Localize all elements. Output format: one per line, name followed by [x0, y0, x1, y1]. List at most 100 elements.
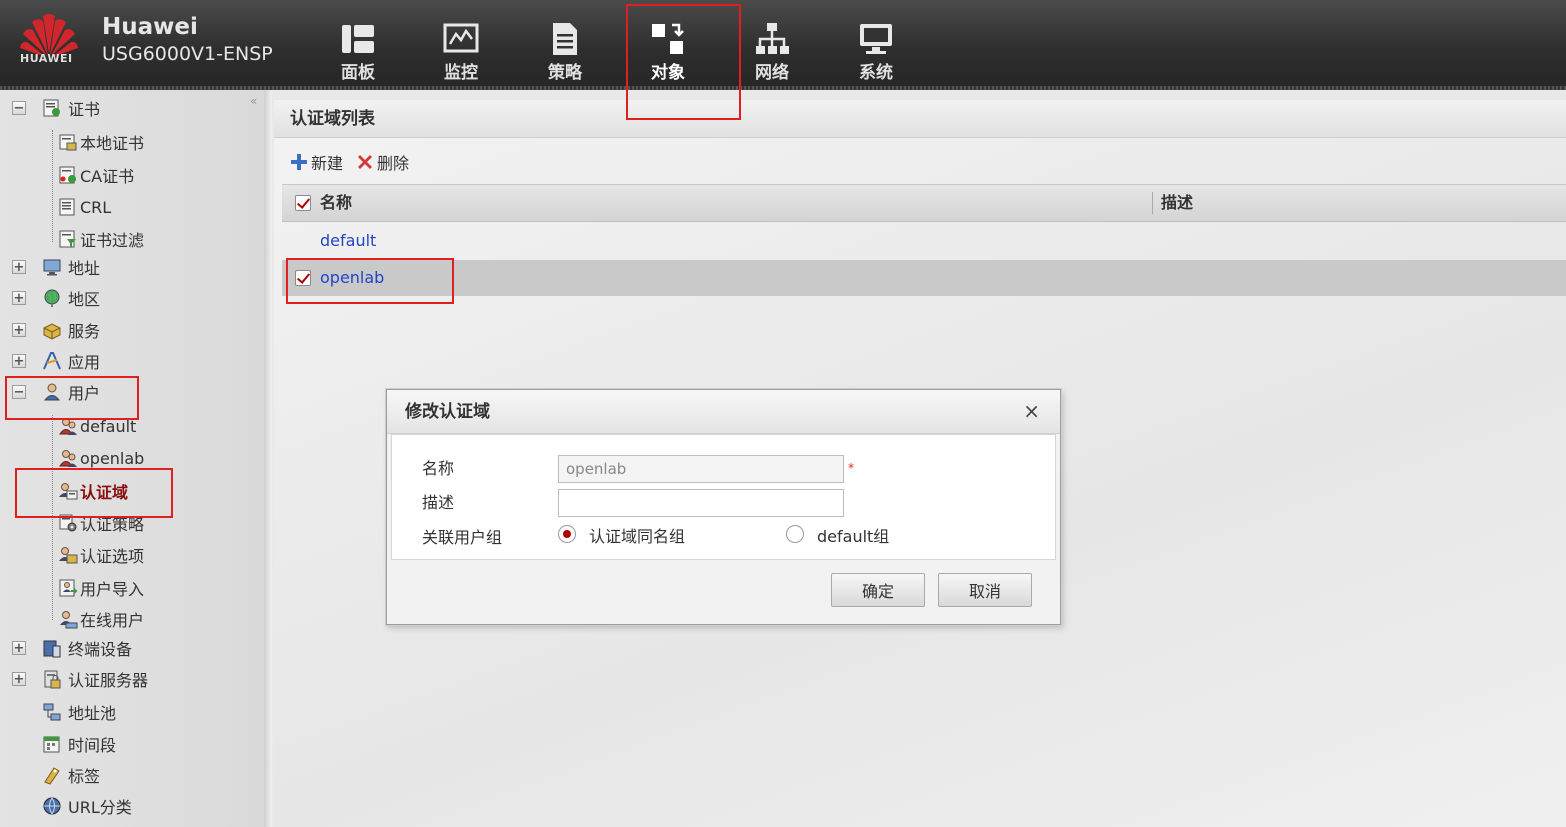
auth-options-icon: [59, 547, 78, 564]
row-checkbox[interactable]: [295, 270, 311, 286]
user-group-icon: [59, 418, 77, 435]
sidebar-item-label: default: [80, 416, 137, 436]
sidebar-item-user-openlab[interactable]: openlab: [58, 445, 144, 471]
sidebar-splitter[interactable]: [264, 90, 272, 827]
system-computer-icon: [860, 24, 892, 54]
sidebar-item-ca-certificate[interactable]: CA证书: [58, 162, 134, 188]
ca-certificate-icon: [59, 166, 76, 184]
sidebar-item-user-default[interactable]: default: [58, 413, 136, 439]
sidebar-item-label: 用户导入: [80, 580, 145, 599]
sidebar-item-label: 证书过滤: [80, 231, 145, 250]
description-field-label: 描述: [422, 493, 455, 512]
sidebar-item-label: 认证服务器: [68, 671, 149, 690]
radio-same-name-group[interactable]: [558, 525, 576, 543]
sidebar-item-crl[interactable]: CRL: [58, 194, 111, 220]
url-category-icon: [43, 797, 61, 815]
sidebar-item-service[interactable]: + 服务: [12, 317, 100, 343]
sidebar-item-label: openlab: [80, 448, 145, 468]
column-header-name[interactable]: 名称: [320, 185, 352, 221]
tree-connector: [52, 415, 53, 620]
nav-dashboard[interactable]: 面板: [320, 16, 396, 86]
sidebar-item-local-certificate[interactable]: 本地证书: [58, 129, 144, 155]
tree-collapse-toggle[interactable]: −: [12, 385, 26, 399]
select-all-checkbox[interactable]: [295, 195, 311, 211]
time-range-icon: [43, 736, 60, 753]
sidebar-item-label: 在线用户: [80, 611, 145, 630]
tree-expand-toggle[interactable]: +: [12, 291, 26, 305]
row-name-link[interactable]: openlab: [320, 260, 384, 296]
sidebar-item-url-category[interactable]: URL分类: [42, 793, 132, 819]
dashboard-icon: [342, 25, 374, 53]
table-row[interactable]: default: [282, 223, 1566, 259]
address-pool-icon: [43, 703, 61, 721]
nav-monitor[interactable]: 监控: [423, 16, 499, 86]
sidebar-item-tag[interactable]: 标签: [42, 762, 100, 788]
row-name-link[interactable]: default: [320, 223, 376, 259]
name-field[interactable]: [558, 455, 844, 483]
application-icon: [43, 352, 61, 370]
nav-label: 策略: [548, 63, 582, 83]
sidebar-item-address-pool[interactable]: 地址池: [42, 699, 116, 725]
tree-connector: [52, 130, 53, 242]
delete-button[interactable]: 删除: [356, 150, 409, 174]
online-user-icon: [60, 611, 78, 629]
auth-policy-icon: [59, 514, 77, 532]
nav-policy[interactable]: 策略: [527, 16, 603, 86]
nav-object[interactable]: 对象: [630, 16, 706, 86]
sidebar-item-user[interactable]: − 用户: [12, 379, 100, 405]
sidebar-item-label: 时间段: [68, 736, 117, 755]
user-group-label: 关联用户组: [422, 528, 503, 547]
sidebar-item-auth-options[interactable]: 认证选项: [58, 542, 144, 568]
description-field[interactable]: [558, 489, 844, 517]
sidebar-item-label: 应用: [68, 353, 101, 372]
sidebar-item-label: 标签: [68, 767, 101, 786]
user-import-icon: [59, 579, 78, 597]
crl-icon: [59, 198, 75, 216]
tree-expand-toggle[interactable]: +: [12, 672, 26, 686]
tree-expand-toggle[interactable]: +: [12, 323, 26, 337]
region-globe-icon: [44, 289, 60, 307]
user-icon: [43, 383, 61, 401]
sidebar-item-user-import[interactable]: 用户导入: [58, 575, 144, 601]
sidebar-item-auth-server[interactable]: + 认证服务器: [12, 666, 148, 692]
sidebar-item-time-range[interactable]: 时间段: [42, 731, 116, 757]
radio-default-group[interactable]: [786, 525, 804, 543]
brand: Huawei USG6000V1-ENSP: [102, 14, 273, 68]
delete-button-label: 删除: [377, 154, 410, 173]
monitor-icon: [443, 23, 479, 53]
sidebar-item-online-user[interactable]: 在线用户: [58, 606, 144, 632]
nav-network[interactable]: 网络: [734, 16, 810, 86]
sidebar-item-label: 证书: [68, 100, 101, 119]
user-group-icon: [59, 450, 77, 467]
sidebar-item-auth-domain[interactable]: 认证域: [58, 478, 128, 504]
tree-collapse-toggle[interactable]: −: [12, 101, 26, 115]
column-header-description[interactable]: 描述: [1152, 192, 1193, 214]
tree-expand-toggle[interactable]: +: [12, 641, 26, 655]
certificate-icon: [43, 99, 60, 117]
service-box-icon: [43, 323, 61, 340]
ok-button[interactable]: 确定: [831, 573, 925, 607]
sidebar-item-certificate[interactable]: − 证书: [12, 95, 100, 121]
local-certificate-icon: [59, 134, 77, 151]
sidebar-item-label: 地区: [68, 290, 101, 309]
tree-expand-toggle[interactable]: +: [12, 260, 26, 274]
sidebar-item-auth-policy[interactable]: 认证策略: [58, 510, 144, 536]
sidebar-item-label: CRL: [80, 197, 112, 217]
nav-system[interactable]: 系统: [838, 16, 914, 86]
cancel-button[interactable]: 取消: [938, 573, 1032, 607]
sidebar-item-application[interactable]: + 应用: [12, 348, 100, 374]
close-icon[interactable]: ×: [1023, 400, 1040, 422]
sidebar-item-address[interactable]: + 地址: [12, 254, 100, 280]
terminal-device-icon: [43, 640, 61, 658]
sidebar-item-terminal-device[interactable]: + 终端设备: [12, 635, 132, 661]
collapse-sidebar-icon[interactable]: «: [250, 94, 257, 108]
tree-expand-toggle[interactable]: +: [12, 354, 26, 368]
edit-auth-domain-dialog: 修改认证域 × 名称 * 描述 关联用户组 认证域同名组 default组 确定…: [386, 389, 1061, 625]
table-row-selected[interactable]: openlab: [282, 260, 1566, 296]
sidebar-item-certificate-filter[interactable]: 证书过滤: [58, 226, 144, 252]
radio-label-same-name-group: 认证域同名组: [589, 527, 686, 546]
sidebar-item-region[interactable]: + 地区: [12, 285, 100, 311]
new-button[interactable]: 新建: [290, 150, 343, 174]
delete-icon: [358, 155, 372, 169]
page-title: 认证域列表: [274, 100, 1566, 138]
